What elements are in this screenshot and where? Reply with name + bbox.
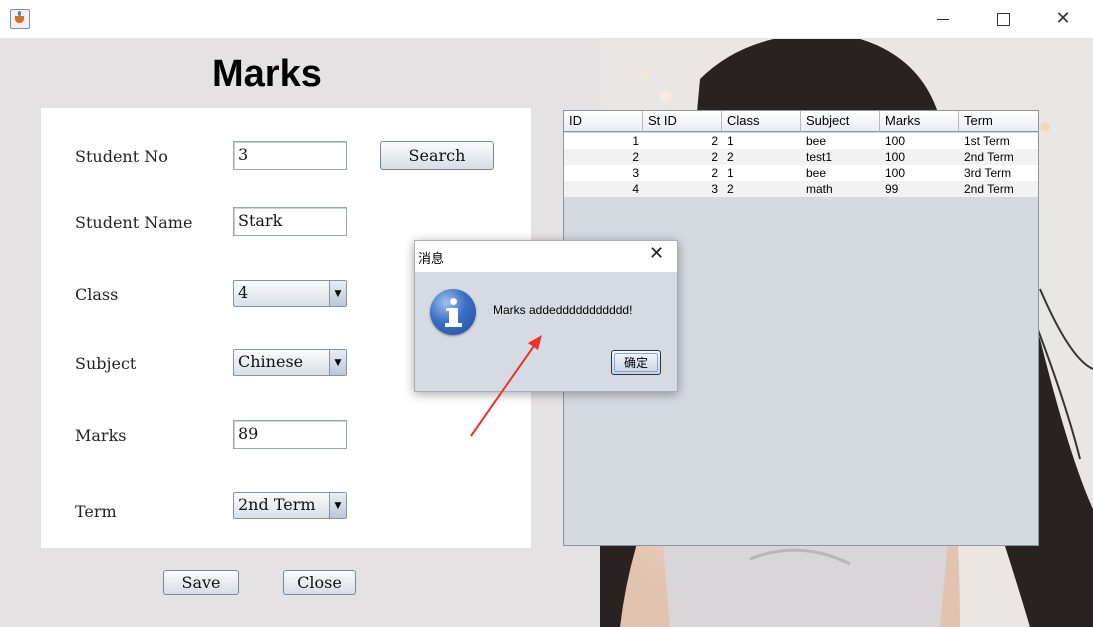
message-dialog: 消息 ✕ Marks addeddddddddddd! 确定 [414, 240, 678, 392]
table-cell: 3rd Term [964, 166, 1012, 180]
table-cell: 2 [711, 134, 718, 148]
term-dropdown[interactable]: 2nd Term ▼ [233, 492, 347, 519]
table-row[interactable]: 4 3 2 math 99 2nd Term [564, 181, 1038, 197]
table-row[interactable]: 1 2 1 bee 100 1st Term [564, 133, 1038, 149]
column-header-class[interactable]: Class [722, 111, 801, 132]
subject-dropdown-value: Chinese [238, 352, 304, 371]
column-header-id[interactable]: ID [564, 111, 643, 132]
minimize-button[interactable] [930, 8, 956, 30]
dialog-ok-button[interactable]: 确定 [611, 350, 661, 375]
marks-label: Marks [75, 426, 127, 445]
table-row[interactable]: 2 2 2 test1 100 2nd Term [564, 149, 1038, 165]
table-cell: 2nd Term [964, 182, 1014, 196]
subject-dropdown[interactable]: Chinese ▼ [233, 349, 347, 376]
chevron-down-icon[interactable]: ▼ [329, 350, 346, 375]
table-cell: 4 [632, 182, 639, 196]
table-cell: 100 [885, 150, 906, 164]
window-close-button[interactable]: ✕ [1050, 8, 1076, 30]
column-header-term[interactable]: Term [959, 111, 1038, 132]
save-button[interactable]: Save [163, 570, 239, 595]
student-name-label: Student Name [75, 213, 193, 232]
window-titlebar: ✕ [0, 0, 1093, 39]
minimize-icon [937, 18, 949, 20]
table-cell: 2 [711, 150, 718, 164]
chevron-down-icon[interactable]: ▼ [329, 493, 346, 518]
table-cell: bee [806, 166, 827, 180]
search-button[interactable]: Search [380, 141, 494, 170]
column-header-st-id[interactable]: St ID [643, 111, 722, 132]
dialog-close-button[interactable]: ✕ [649, 243, 664, 264]
class-dropdown[interactable]: 4 ▼ [233, 280, 347, 307]
table-cell: 1 [727, 134, 734, 148]
maximize-icon [996, 12, 1010, 26]
table-cell: 100 [885, 134, 906, 148]
table-cell: 2 [711, 166, 718, 180]
table-cell: 2 [727, 182, 734, 196]
table-cell: 3 [632, 166, 639, 180]
student-no-field[interactable]: 3 [233, 141, 347, 170]
class-dropdown-value: 4 [238, 283, 249, 302]
table-cell: 1st Term [964, 134, 1010, 148]
student-name-field[interactable]: Stark [233, 207, 347, 236]
table-cell: 99 [885, 182, 899, 196]
class-label: Class [75, 285, 119, 304]
dialog-ok-label: 确定 [614, 353, 658, 372]
table-cell: bee [806, 134, 827, 148]
dialog-title: 消息 [418, 252, 445, 267]
page-title: Marks [212, 53, 322, 95]
table-row[interactable]: 3 2 1 bee 100 3rd Term [564, 165, 1038, 181]
column-header-marks[interactable]: Marks [880, 111, 959, 132]
table-cell: math [806, 182, 833, 196]
table-cell: 2nd Term [964, 150, 1014, 164]
student-no-label: Student No [75, 147, 168, 166]
term-label: Term [75, 502, 117, 521]
table-cell: 100 [885, 166, 906, 180]
chevron-down-icon[interactable]: ▼ [329, 281, 346, 306]
dialog-titlebar: 消息 ✕ [415, 241, 677, 272]
marks-field[interactable]: 89 [233, 420, 347, 449]
column-header-subject[interactable]: Subject [801, 111, 880, 132]
table-cell: 3 [711, 182, 718, 196]
table-cell: 1 [727, 166, 734, 180]
table-cell: 2 [632, 150, 639, 164]
table-cell: test1 [806, 150, 833, 164]
information-icon [430, 289, 476, 335]
subject-label: Subject [75, 354, 137, 373]
close-button[interactable]: Close [283, 570, 356, 595]
dialog-message: Marks addeddddddddddd! [493, 303, 633, 317]
table-cell: 1 [632, 134, 639, 148]
term-dropdown-value: 2nd Term [238, 495, 316, 514]
maximize-button[interactable] [990, 8, 1016, 30]
table-cell: 2 [727, 150, 734, 164]
java-cup-icon [10, 9, 30, 29]
